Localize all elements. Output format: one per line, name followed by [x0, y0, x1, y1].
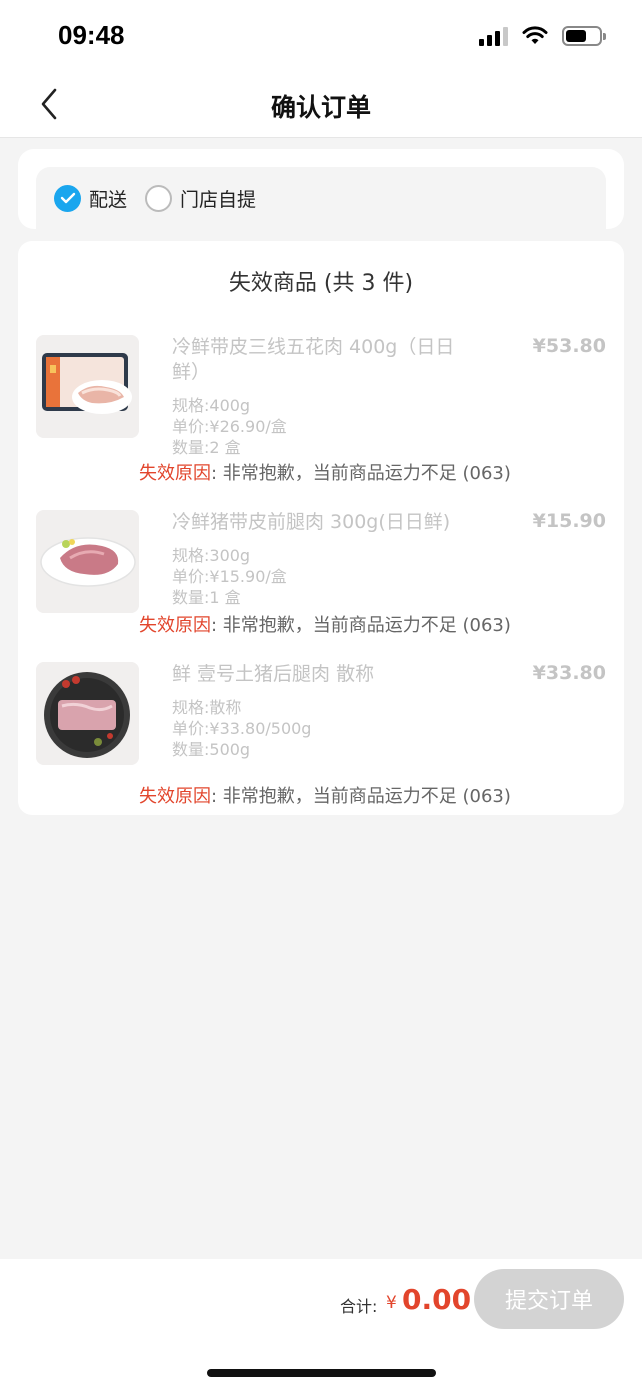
product-quantity: 数量:2 盒	[172, 438, 241, 457]
delivery-option-label: 配送	[89, 188, 128, 211]
invalid-reason: 失效原因: 非常抱歉，当前商品运力不足 (063)	[139, 459, 511, 485]
total-label: 合计:	[340, 1297, 378, 1316]
product-unit-price: 单价:¥33.80/500g	[172, 719, 312, 738]
invalid-items-card: 失效商品 (共 3 件) 冷鲜带皮三线五花肉 400g（日日鲜） ¥53.80 …	[18, 241, 624, 815]
invalid-reason: 失效原因: 非常抱歉，当前商品运力不足 (063)	[139, 611, 511, 637]
invalid-reason-text: : 非常抱歉，当前商品运力不足 (063)	[211, 615, 511, 636]
invalid-reason: 失效原因: 非常抱歉，当前商品运力不足 (063)	[139, 782, 511, 808]
product-price: ¥53.80	[532, 335, 606, 357]
invalid-reason-label: 失效原因	[139, 463, 211, 484]
delivery-option-pickup[interactable]: 门店自提	[145, 184, 257, 212]
product-spec: 规格:散称	[172, 698, 242, 717]
product-image	[36, 662, 139, 765]
pickup-option-label: 门店自提	[180, 188, 257, 211]
product-image	[36, 335, 139, 438]
wifi-icon	[522, 26, 548, 44]
product-name: 鲜 壹号土猪后腿肉 散称	[172, 663, 375, 685]
product-spec: 规格:300g	[172, 546, 251, 565]
product-unit-price: 单价:¥26.90/盒	[172, 417, 287, 436]
product-quantity: 数量:500g	[172, 740, 251, 759]
home-indicator[interactable]	[207, 1369, 436, 1377]
invalid-item: 冷鲜猪带皮前腿肉 300g(日日鲜) ¥15.90 规格:300g 单价:¥15…	[36, 510, 606, 640]
cellular-signal-icon	[479, 26, 508, 46]
invalid-reason-label: 失效原因	[139, 615, 211, 636]
total-amount: 0.00	[402, 1283, 472, 1316]
product-spec: 规格:400g	[172, 396, 251, 415]
product-name: 冷鲜猪带皮前腿肉 300g(日日鲜)	[172, 511, 451, 533]
invalid-item: 鲜 壹号土猪后腿肉 散称 ¥33.80 规格:散称 单价:¥33.80/500g…	[36, 662, 606, 812]
invalid-reason-text: : 非常抱歉，当前商品运力不足 (063)	[211, 786, 511, 807]
nav-bar: 确认订单	[0, 70, 642, 138]
delivery-method-card: 配送 门店自提	[18, 149, 624, 229]
radio-unchecked-icon[interactable]	[145, 184, 173, 212]
product-image	[36, 510, 139, 613]
invalid-item: 冷鲜带皮三线五花肉 400g（日日鲜） ¥53.80 规格:400g 单价:¥2…	[36, 335, 606, 484]
product-name: 冷鲜带皮三线五花肉 400g（日日鲜）	[172, 336, 455, 383]
product-quantity: 数量:1 盒	[172, 588, 241, 607]
invalid-reason-label: 失效原因	[139, 786, 211, 807]
total-currency: ¥	[386, 1293, 397, 1313]
radio-checked-icon[interactable]	[54, 184, 81, 212]
status-time: 09:48	[58, 20, 125, 50]
product-price: ¥33.80	[532, 662, 606, 684]
product-unit-price: 单价:¥15.90/盒	[172, 567, 287, 586]
delivery-option-delivery[interactable]: 配送	[54, 184, 128, 212]
submit-order-button[interactable]: 提交订单	[474, 1269, 624, 1329]
checkout-bar: 合计: ¥ 0.00 提交订单	[0, 1259, 642, 1389]
battery-icon	[562, 26, 606, 46]
status-bar: 09:48	[0, 0, 642, 70]
invalid-items-title: 失效商品 (共 3 件)	[228, 271, 414, 296]
invalid-reason-text: : 非常抱歉，当前商品运力不足 (063)	[211, 463, 511, 484]
status-icons	[479, 26, 606, 46]
page-title: 确认订单	[270, 93, 371, 122]
delivery-options: 配送 门店自提	[36, 167, 606, 229]
product-price: ¥15.90	[532, 510, 606, 532]
